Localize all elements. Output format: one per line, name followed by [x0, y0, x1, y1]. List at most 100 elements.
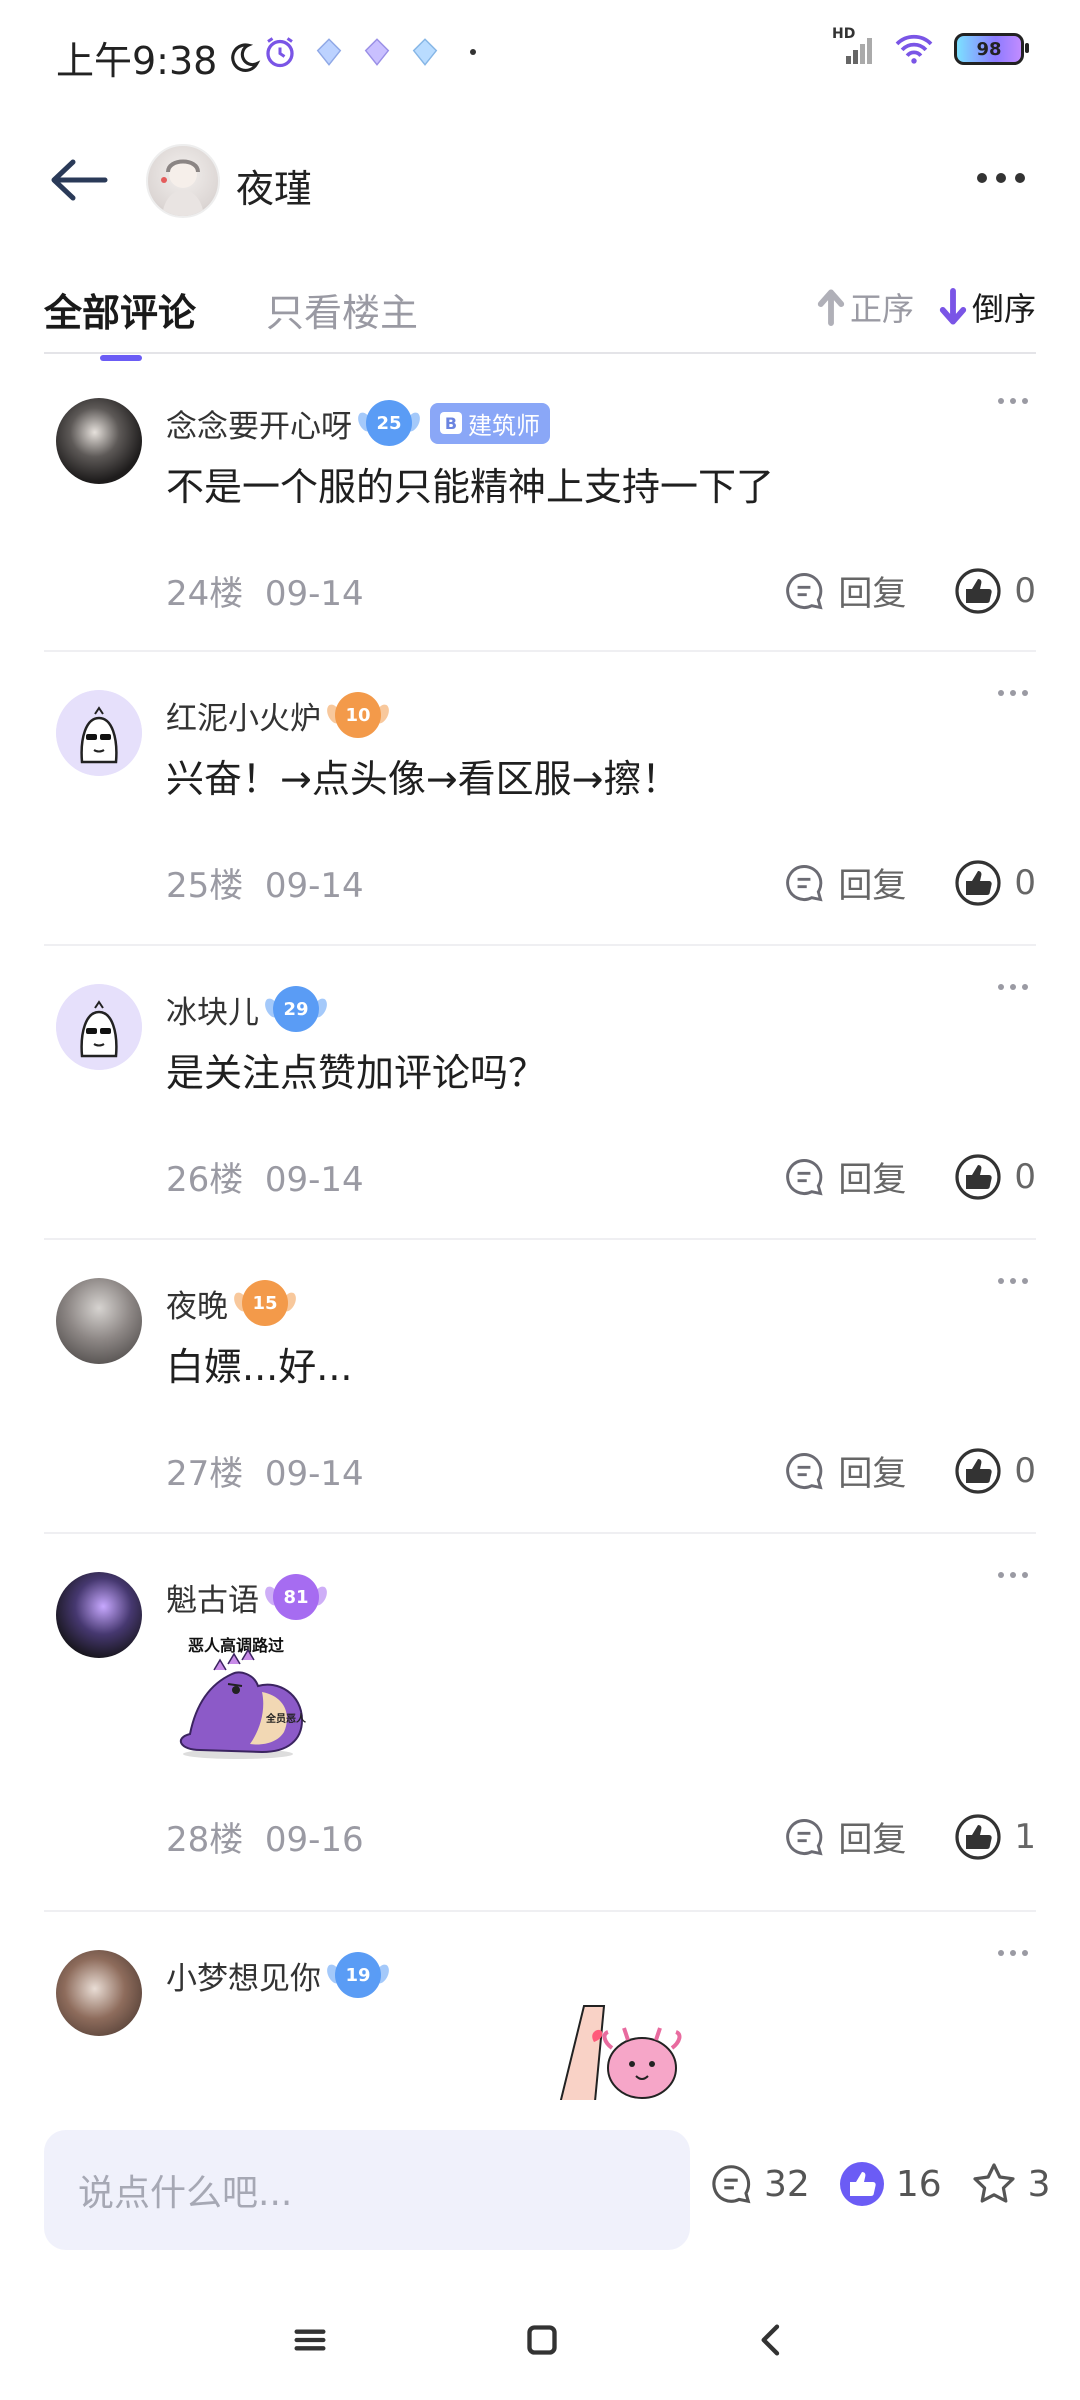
- status-right: HD 98: [832, 26, 1029, 66]
- commenter-avatar[interactable]: [56, 984, 142, 1070]
- comment-floor: 24楼: [166, 574, 244, 614]
- pink-axolotl-sticker-image: [559, 2005, 682, 2100]
- thumbs-up-icon: [955, 1153, 1001, 1200]
- thumbs-up-icon: [955, 1447, 1001, 1494]
- sort-asc-button[interactable]: 正序: [816, 284, 914, 330]
- back-button[interactable]: [44, 148, 114, 212]
- post-like-button[interactable]: 16: [838, 2160, 942, 2208]
- menu-icon: [294, 2329, 326, 2351]
- thumbs-up-icon: [955, 859, 1001, 906]
- pink-axolotl-sticker[interactable]: [554, 2002, 684, 2100]
- comment-more-button[interactable]: [998, 1572, 1028, 1578]
- like-button[interactable]: 0: [954, 859, 1036, 907]
- like-count: 0: [1014, 862, 1036, 903]
- level-number: 15: [252, 1292, 278, 1314]
- more-dot: [996, 173, 1006, 183]
- chevron-left-icon: [761, 2324, 780, 2356]
- comment-footer: 25楼 09-14 回复 0: [166, 858, 1036, 907]
- comment-date: 09-16: [264, 1820, 364, 1860]
- commenter-avatar[interactable]: [56, 1950, 142, 2036]
- sort-desc-label: 倒序: [971, 290, 1036, 328]
- system-navigation-bar: [0, 2290, 1080, 2400]
- commenter-avatar[interactable]: [56, 690, 142, 776]
- reply-bubble-icon: [786, 864, 823, 901]
- commenter-avatar[interactable]: [56, 1278, 142, 1364]
- sort-asc-label: 正序: [849, 290, 914, 328]
- reply-label: 回复: [838, 1454, 907, 1494]
- reply-button[interactable]: 回复: [782, 1812, 906, 1861]
- comment-floor: 27楼: [166, 1454, 244, 1494]
- comment-date: 09-14: [264, 1454, 364, 1494]
- commenter-name[interactable]: 夜晚: [166, 1281, 228, 1326]
- thumbs-up-icon: [955, 1813, 1001, 1860]
- comment-footer: 26楼 09-14 回复 0: [166, 1152, 1036, 1201]
- commenter-name[interactable]: 念念要开心呀: [166, 401, 352, 446]
- tab-all-comments[interactable]: 全部评论: [44, 282, 196, 361]
- more-options-button[interactable]: [966, 158, 1036, 198]
- commenter-avatar[interactable]: [56, 1572, 142, 1658]
- commenter-name[interactable]: 小梦想见你: [166, 1953, 321, 1998]
- comment-count: 32: [764, 2163, 810, 2205]
- comment-more-button[interactable]: [998, 1950, 1028, 1956]
- favorite-button[interactable]: 3: [970, 2160, 1051, 2208]
- architect-icon: B: [440, 412, 462, 434]
- comment-date: 09-14: [264, 866, 364, 906]
- like-button[interactable]: 0: [954, 1447, 1036, 1495]
- reply-bubble-icon: [786, 572, 823, 609]
- home-button[interactable]: [522, 2320, 562, 2364]
- title-badge-label: 建筑师: [468, 411, 540, 440]
- comment-actions: 回复 0: [782, 566, 1036, 615]
- author-avatar[interactable]: [146, 144, 220, 218]
- comment-actions: 回复 0: [782, 1446, 1036, 1495]
- app-notification-icon: [412, 38, 438, 66]
- commenter-name[interactable]: 冰块儿: [166, 987, 259, 1032]
- tab-op-label: 只看楼主: [266, 291, 419, 335]
- sticker-tag: 全员恶人: [266, 1714, 306, 1725]
- comment-more-button[interactable]: [998, 1278, 1028, 1284]
- more-dot: [1015, 173, 1025, 183]
- commenter-name[interactable]: 魁古语: [166, 1575, 259, 1620]
- reply-bubble-icon: [786, 1452, 823, 1489]
- reply-button[interactable]: 回复: [782, 1446, 906, 1495]
- moon-icon: [231, 42, 261, 72]
- post-actions: 32 16 3: [708, 2160, 1051, 2208]
- like-button[interactable]: 0: [954, 1153, 1036, 1201]
- signal-icon: HD: [832, 26, 874, 66]
- title-badge: B 建筑师: [430, 402, 550, 444]
- comment-list[interactable]: 念念要开心呀 25 B 建筑师 不是一个服的只能精神上支持一下了 24楼 09-1…: [44, 360, 1036, 2100]
- comment-text: 白嫖...好...: [166, 1345, 353, 1389]
- dinosaur-sticker[interactable]: 恶人高调路过 全员恶人: [170, 1630, 340, 1760]
- like-count: 1: [1014, 1816, 1036, 1857]
- status-time-group: 上午9:38: [56, 30, 261, 85]
- like-button[interactable]: 1: [954, 1813, 1036, 1861]
- author-name[interactable]: 夜瑾: [236, 158, 312, 213]
- like-button[interactable]: 0: [954, 567, 1036, 615]
- reply-button[interactable]: 回复: [782, 566, 906, 615]
- level-number: 19: [345, 1964, 371, 1986]
- app-notification-icon: [364, 38, 390, 66]
- comment-more-button[interactable]: [998, 690, 1028, 696]
- like-count: 0: [1014, 1156, 1036, 1197]
- system-back-button[interactable]: [752, 2320, 792, 2364]
- comment-more-button[interactable]: [998, 984, 1028, 990]
- commenter-name[interactable]: 红泥小火炉: [166, 693, 321, 738]
- comment-item: 夜晚 15 白嫖...好... 27楼 09-14 回复 0: [44, 1240, 1036, 1534]
- comment-footer: 24楼 09-14 回复 0: [166, 566, 1036, 615]
- comment-actions: 回复 1: [782, 1812, 1036, 1861]
- level-number: 81: [283, 1586, 309, 1608]
- commenter-avatar[interactable]: [56, 398, 142, 484]
- menu-button[interactable]: [290, 2320, 330, 2364]
- reply-button[interactable]: 回复: [782, 1152, 906, 1201]
- comment-input[interactable]: 说点什么吧...: [44, 2130, 690, 2250]
- dinosaur-sticker-image: [179, 1648, 304, 1759]
- comment-header: 念念要开心呀 25 B 建筑师: [166, 400, 550, 446]
- sort-desc-button[interactable]: 倒序: [938, 284, 1036, 330]
- tab-op-only[interactable]: 只看楼主: [266, 282, 418, 337]
- comment-more-button[interactable]: [998, 398, 1028, 404]
- comment-header: 红泥小火炉 10: [166, 692, 381, 738]
- comment-date: 09-14: [264, 1160, 364, 1200]
- comment-footer: 27楼 09-14 回复 0: [166, 1446, 1036, 1495]
- comment-header: 夜晚 15: [166, 1280, 288, 1326]
- comments-count-button[interactable]: 32: [708, 2161, 810, 2207]
- reply-button[interactable]: 回复: [782, 858, 906, 907]
